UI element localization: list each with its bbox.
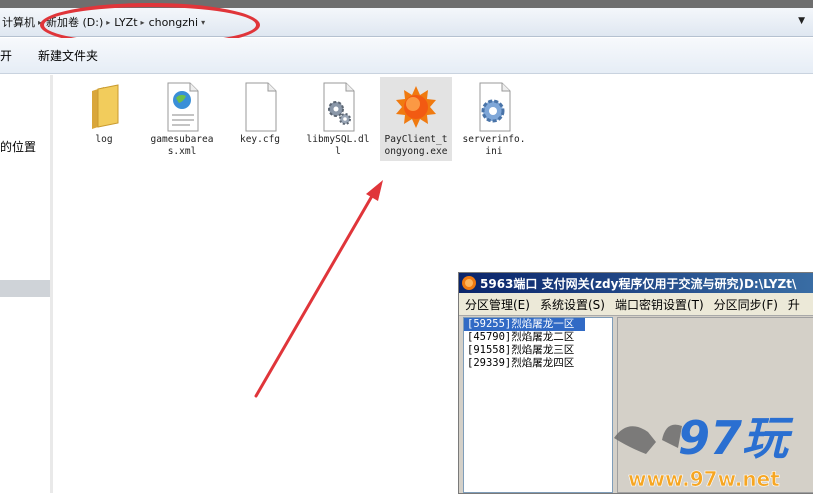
file-item-payclient[interactable]: PayClient_tongyong.exe — [380, 77, 452, 161]
file-name: key.cfg — [239, 134, 281, 145]
app-title-bar[interactable]: 5963端口 支付网关(zdy程序仅用于交流与研究)D:\LYZt\ — [459, 273, 813, 293]
file-name: serverinfo.ini — [462, 134, 526, 157]
crumb-lyzt[interactable]: LYZt — [114, 16, 137, 29]
folder-icon — [92, 84, 119, 129]
menu-zone-sync[interactable]: 分区同步(F) — [714, 296, 778, 313]
file-item-gamesubareas[interactable]: gamesubareas.xml — [146, 77, 218, 161]
crumb-drive-d[interactable]: 新加卷 (D:) — [46, 14, 103, 30]
nav-item-location[interactable]: 的位置 — [0, 138, 36, 155]
new-folder-button[interactable]: 新建文件夹 — [38, 47, 98, 64]
breadcrumb: 计算机 ▸ 新加卷 (D:) ▸ LYZt ▸ chongzhi ▾ — [0, 12, 209, 32]
file-name: log — [95, 134, 113, 145]
list-item[interactable]: [45790]烈焰屠龙二区 — [464, 331, 612, 344]
window-top-edge — [0, 0, 813, 8]
watermark-url: www.97w.net — [628, 467, 780, 491]
file-name: gamesubareas.xml — [150, 134, 214, 157]
file-item-serverinfo[interactable]: serverinfo.ini — [458, 77, 530, 161]
chevron-down-icon[interactable]: ▾ — [201, 18, 205, 27]
sun-app-icon — [462, 276, 476, 290]
chevron-right-icon[interactable]: ▸ — [141, 18, 145, 27]
app-menu-bar: 分区管理(E) 系统设置(S) 端口密钥设置(T) 分区同步(F) 升 — [459, 293, 813, 316]
xml-file-icon — [167, 82, 199, 132]
menu-port-key-settings[interactable]: 端口密钥设置(T) — [615, 296, 704, 313]
file-item-key-cfg[interactable]: key.cfg — [224, 77, 296, 149]
menu-zone-management[interactable]: 分区管理(E) — [465, 296, 530, 313]
app-title: 5963端口 支付网关(zdy程序仅用于交流与研究)D:\LYZt\ — [480, 276, 797, 291]
crumb-computer[interactable]: 计算机 — [2, 14, 35, 30]
list-item[interactable]: [29339]烈焰屠龙四区 — [464, 357, 612, 370]
open-button[interactable]: 开 — [0, 47, 12, 64]
toolbar: 开 新建文件夹 — [0, 38, 813, 74]
file-item-log[interactable]: log — [68, 77, 140, 149]
address-bar[interactable]: 计算机 ▸ 新加卷 (D:) ▸ LYZt ▸ chongzhi ▾ ▼ — [0, 8, 813, 37]
chevron-right-icon[interactable]: ▸ — [38, 18, 42, 27]
ini-file-icon — [479, 82, 511, 132]
watermark-logo: 97玩 www.97w.net — [614, 411, 794, 491]
list-item[interactable]: [91558]烈焰屠龙三区 — [464, 344, 612, 357]
address-dropdown-icon[interactable]: ▼ — [798, 16, 805, 26]
navigation-pane[interactable]: 的位置 — [0, 75, 51, 493]
dll-file-icon — [323, 82, 355, 132]
chevron-right-icon[interactable]: ▸ — [106, 18, 110, 27]
file-name: libmySQL.dll — [306, 134, 370, 157]
sun-app-icon — [396, 86, 436, 128]
file-name: PayClient_tongyong.exe — [384, 134, 448, 157]
list-item[interactable]: [59255]烈焰屠龙一区 — [464, 318, 585, 331]
file-item-libmysql[interactable]: libmySQL.dll — [302, 77, 374, 161]
server-list[interactable]: [59255]烈焰屠龙一区 [45790]烈焰屠龙二区 [91558]烈焰屠龙三… — [463, 317, 613, 493]
menu-system-settings[interactable]: 系统设置(S) — [540, 296, 605, 313]
nav-item-selected[interactable] — [0, 280, 50, 297]
watermark-brand: 97玩 — [678, 411, 794, 465]
blank-file-icon — [245, 82, 277, 132]
crumb-chongzhi[interactable]: chongzhi — [149, 16, 199, 29]
menu-upgrade[interactable]: 升 — [788, 296, 800, 313]
